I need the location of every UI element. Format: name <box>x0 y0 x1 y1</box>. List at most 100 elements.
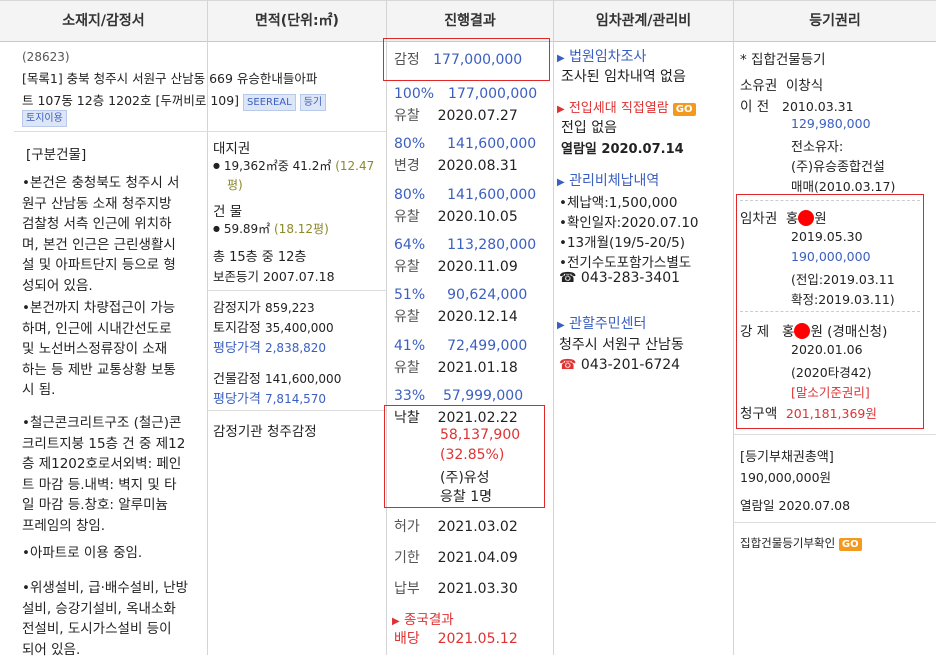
view-date: 열람일 2020.07.14 <box>561 142 684 157</box>
round-status: 유찰 2021.01.18 <box>394 359 518 376</box>
note-line: 및 노선버스정류장이 소재 <box>22 341 168 357</box>
mgmt-line: •확인일자:2020.07.10 <box>559 215 699 231</box>
triangle-icon: ▶ <box>557 320 565 331</box>
header-lease: 임차관계/관리비 <box>595 13 692 29</box>
mgmt-phone: ☎ 043-283-3401 <box>559 270 681 286</box>
header-registry: 등기권리 <box>809 13 861 29</box>
prev-owner: (주)유승종합건설 <box>791 160 885 175</box>
address-line1: [목록1] 충북 청주시 서원구 산남동 669 유승한내들아파 <box>22 71 318 86</box>
note-line: 하며, 인근에 시내간선도로 <box>22 320 172 337</box>
section-title: [구분건물] <box>26 147 87 163</box>
mgmt-line: •전기수도포함가스별도 <box>559 255 692 271</box>
phone-icon: ☎ <box>559 357 577 373</box>
mgmt-fee-link[interactable]: ▶ 관리비체납내역 <box>557 170 659 190</box>
lease-move-in: (전입:2019.03.11 <box>791 272 895 287</box>
registry-link[interactable]: 등기 <box>299 94 327 111</box>
round-price: 41% 72,499,000 <box>394 337 528 354</box>
header-result: 진행결과 <box>444 13 496 29</box>
land-area: ● 19,362㎡중 41.2㎡ (12.47 <box>213 159 375 173</box>
note-line: 원구 산남동 소재 청주지방 <box>22 195 172 212</box>
lease-fixed: 확정:2019.03.11) <box>791 292 895 307</box>
registry-confirm-link[interactable]: 집합건물등기부확인 GO <box>740 535 862 551</box>
community-center-link[interactable]: ▶ 관할주민센터 <box>557 313 646 333</box>
moved-in-view-link[interactable]: ▶ 전입세대 직접열람 GO <box>557 97 696 116</box>
round-price: 51% 90,624,000 <box>394 287 528 304</box>
registry-title: * 집합건물등기 <box>740 52 826 68</box>
forced-date: 2020.01.06 <box>791 342 863 357</box>
forced-case: (2020타경42) <box>791 365 872 380</box>
note-line: •철근콘크리트구조 (철근)콘 <box>22 415 182 431</box>
appraisal-agency: 감정기관 청주감정 <box>213 424 317 440</box>
registry-view-date: 열람일 2020.07.08 <box>740 498 851 513</box>
building-title: 건 물 <box>213 204 243 220</box>
round-status: 유찰 2020.12.14 <box>394 309 518 326</box>
round-price: 80% 141,600,000 <box>394 136 537 153</box>
mgmt-line: •13개월(19/5-20/5) <box>559 235 686 251</box>
lease-right-row: 임차권 홍원 <box>740 210 827 227</box>
note-line: 설비, 승강기설비, 옥내소화 <box>22 600 176 617</box>
note-line: 일 마감 등.창호: 알루미늄 <box>22 497 168 513</box>
building-per-pyeong: 평당가격 7,814,570 <box>213 392 327 407</box>
bidder-count: 응찰 1명 <box>440 489 492 505</box>
land-appraisal: 토지감정 35,400,000 <box>213 321 334 336</box>
final-result-title: ▶ 종국결과 <box>392 612 454 628</box>
address-line2: 트 107동 12층 1202호 [두꺼비로 109] SEEREAL 등기 <box>22 90 327 111</box>
sold-percent: (32.85%) <box>440 447 505 463</box>
appraisal-price: 감정 177,000,000 <box>394 52 523 68</box>
note-line: 프레임의 창임. <box>22 517 106 534</box>
sold-row: 낙찰 2021.02.22 <box>394 410 518 426</box>
table-header: 소재지/감정서 면적(단위:㎡) 진행결과 임차관계/관리비 등기권리 <box>0 0 936 42</box>
triangle-icon: ▶ <box>557 177 565 188</box>
total-debt-amount: 190,000,000원 <box>740 470 832 485</box>
note-line: 성되어 있음. <box>22 277 93 294</box>
lease-amount: 190,000,000 <box>791 249 871 264</box>
round-price: 80% 141,600,000 <box>394 186 537 203</box>
round-status: 유찰 2020.10.05 <box>394 208 518 225</box>
go-button[interactable]: GO <box>838 538 862 551</box>
round-price: 100% 177,000,000 <box>394 86 538 102</box>
deadline-row: 기한 2021.04.09 <box>394 550 518 566</box>
sold-price: 58,137,900 <box>440 427 521 443</box>
prev-owner-label: 전소유자: <box>791 140 844 155</box>
sale-record: 매매(2010.03.17) <box>791 179 896 194</box>
land-pyeong: 평) <box>227 178 243 192</box>
note-line: 층 제1202호로서외벽: 페인 <box>22 456 182 472</box>
note-line: 전설비, 도시가스설비 등이 <box>22 621 172 637</box>
owner-row: 소유권 이창식 <box>740 78 824 94</box>
round-status: 유찰 2020.07.27 <box>394 108 518 124</box>
building-appraisal: 건물감정 141,600,000 <box>213 372 342 387</box>
court-survey-link[interactable]: ▶ 법원임차조사 <box>557 46 646 66</box>
no-moved-in: 전입 없음 <box>561 120 617 136</box>
seereal-link[interactable]: SEEREAL <box>243 94 296 111</box>
land-per-pyeong: 평당가격 2,838,820 <box>213 341 327 356</box>
floors: 총 15층 중 12층 <box>213 250 307 265</box>
lease-date: 2019.05.30 <box>791 229 863 244</box>
permit-row: 허가 2021.03.02 <box>394 519 518 535</box>
buyer: (주)유성 <box>440 470 490 486</box>
land-right-title: 대지권 <box>213 141 251 157</box>
distribution-row: 배당 2021.05.12 <box>394 631 518 647</box>
note-line: •아파트로 이용 중임. <box>22 545 143 561</box>
go-button[interactable]: GO <box>672 103 696 116</box>
base-right: [말소기준권리] <box>791 385 870 400</box>
auction-detail-table: 소재지/감정서 면적(단위:㎡) 진행결과 임차관계/관리비 등기권리 (286… <box>0 0 936 658</box>
triangle-icon: ▶ <box>392 616 400 627</box>
triangle-icon: ▶ <box>557 53 565 64</box>
note-line: 며, 본건 인근은 근린생활시 <box>22 236 176 253</box>
note-line: •본건은 충청북도 청주시 서 <box>22 175 180 191</box>
paid-row: 납부 2021.03.30 <box>394 581 518 597</box>
round-status: 변경 2020.08.31 <box>394 158 518 175</box>
claim-row: 청구액 201,181,369원 <box>740 406 877 422</box>
redacted-mark <box>798 210 815 226</box>
building-area: ● 59.89㎡ (18.12평) <box>213 222 329 236</box>
note-line: 하는 등 제반 교통상황 보통 <box>22 361 176 378</box>
total-debt-title: [등기부채권총액] <box>740 450 834 465</box>
note-line: 크리트지붕 15층 건 중 제12 <box>22 435 186 452</box>
note-line: 트 마감 등.내벽: 벽지 및 타 <box>22 476 177 493</box>
note-line: 시 됨. <box>22 382 56 398</box>
land-use-link[interactable]: 토지이용 <box>22 110 67 127</box>
community-center-name: 청주시 서원구 산남동 <box>559 337 684 353</box>
community-center-phone: ☎ 043-201-6724 <box>559 357 681 373</box>
land-use-link-wrap: 토지이용 <box>22 110 67 127</box>
header-area: 면적(단위:㎡) <box>255 13 339 29</box>
